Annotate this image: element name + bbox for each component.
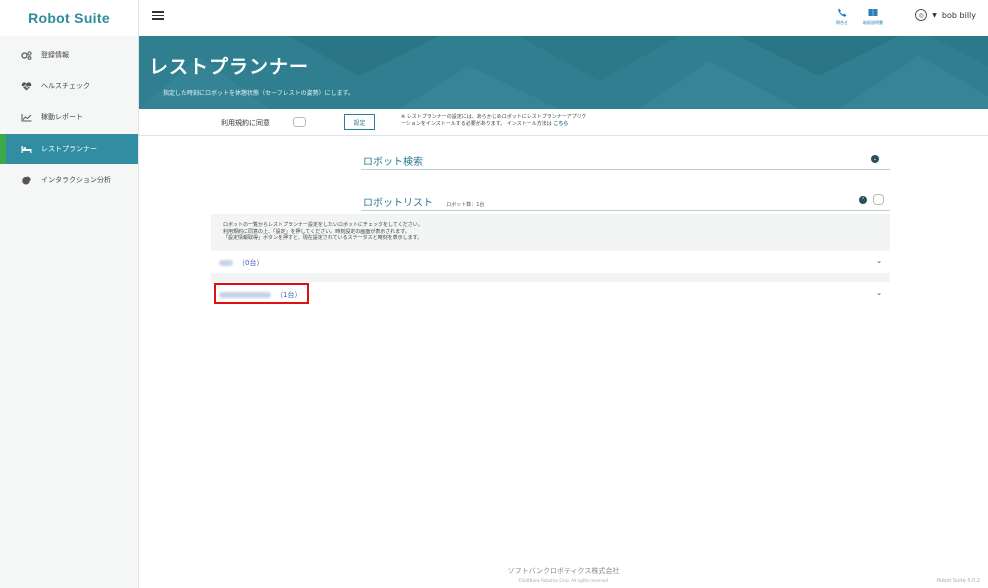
group-count: （0台） [238,259,264,267]
gears-icon [20,50,32,60]
user-avatar-icon: ◎ [915,9,928,21]
user-name: bob billy [941,10,976,20]
note-line-2: ーションをインストールする必要があります。 インストール方法は [401,121,552,127]
chevron-down-icon[interactable]: ⌄ [876,289,882,297]
settings-button[interactable]: 設定 [344,114,375,130]
robot-list-header: ロボットリスト ロボット数：1台 ⌃ [361,191,890,211]
terms-consent-checkbox[interactable] [293,117,306,127]
sidebar-item-registration[interactable]: 登録情報 [0,40,138,70]
user-menu[interactable]: ◎ ▼ bob billy [915,9,976,21]
robot-search-header[interactable]: ロボット検索 ⌄ [361,150,890,170]
instruction-line: ロボットの一覧からレストプランナー設定をしたいロボットにチェックをしてください。 [223,222,423,228]
sidebar-item-label: 登録情報 [41,51,69,59]
top-bar: 問合せ 取扱説明書 ◎ ▼ bob billy [139,0,988,36]
select-all-checkbox[interactable] [873,194,884,205]
robot-group-row[interactable]: （0台） ⌄ [211,251,890,273]
install-guide-link[interactable]: こちら [553,121,568,127]
menu-toggle-icon[interactable] [152,11,164,21]
instructions: ロボットの一覧からレストプランナー設定をしたいロボットにチェックをしてください。… [223,222,423,242]
sidebar-item-label: レストプランナー [41,145,97,153]
consent-row: 利用規約に同意 設定 ※ レストプランナーの設定には、あらかじめロボットにレスト… [139,109,988,136]
page-banner: レストプランナー [139,36,988,109]
group-count: （1台） [276,291,302,299]
chevron-down-icon[interactable]: ⌄ [876,257,882,265]
robot-search-title: ロボット検索 [363,157,423,168]
robot-list-title: ロボットリスト [363,198,433,209]
page-title: レストプランナー [149,56,310,78]
sidebar-item-health-check[interactable]: ヘルスチェック [0,71,138,101]
sidebar-item-interaction-analysis[interactable]: インタラクション分析 [0,165,138,195]
manual-label: 取扱説明書 [863,20,883,25]
footer-copyright: ©SoftBank Robotics Corp. All rights rese… [517,578,610,583]
instruction-line: 「設定情報取得」ボタンを押すと、現在設定されているステータスと時刻を表示します。 [223,235,423,241]
blurred-group-name [219,292,271,298]
manual-button[interactable]: 取扱説明書 [863,8,883,26]
sidebar: Robot Suite 登録情報 ヘルスチェック 稼動レポート レストプランナー… [0,0,139,588]
heart-pulse-icon [20,81,32,91]
sidebar-item-label: ヘルスチェック [41,82,90,90]
sidebar-item-operation-report[interactable]: 稼動レポート [0,102,138,132]
footer-company: ソフトバンクロボティクス株式会社 [507,567,620,575]
robot-group-row[interactable]: （1台） ⌄ [211,282,890,306]
note-line-1: ※ レストプランナーの設定には、あらかじめロボットにレストプランナーアプリケ [401,114,587,120]
contact-label: 問合せ [836,20,848,25]
group-name: （1台） [219,290,301,300]
sidebar-item-label: 稼動レポート [41,113,83,121]
terms-consent-label: 利用規約に同意 [221,119,270,127]
robot-list-title-wrap: ロボットリスト ロボット数：1台 [363,194,484,209]
pie-chart-icon [20,175,32,185]
chevron-up-icon[interactable]: ⌃ [859,196,867,204]
bed-icon [20,144,32,154]
blurred-group-name [219,260,233,266]
line-chart-icon [20,112,32,122]
page-subtitle: 指定した時刻にロボットを休憩状態（セーフレストの姿勢）にします。 [163,90,355,97]
book-icon [867,8,879,18]
sidebar-item-label: インタラクション分析 [41,176,111,184]
app-version: Robot Suite 5.0.2 [936,578,980,584]
contact-button[interactable]: 問合せ [836,8,848,26]
app-logo[interactable]: Robot Suite [0,0,138,36]
robot-count: ロボット数：1台 [446,202,485,208]
sidebar-item-rest-planner[interactable]: レストプランナー [0,134,138,164]
group-name: （0台） [219,258,263,268]
install-note: ※ レストプランナーの設定には、あらかじめロボットにレストプランナーアプリケ ー… [401,114,691,128]
phone-icon [836,8,848,18]
caret-down-icon: ▼ [932,11,937,19]
chevron-down-icon[interactable]: ⌄ [871,155,879,163]
